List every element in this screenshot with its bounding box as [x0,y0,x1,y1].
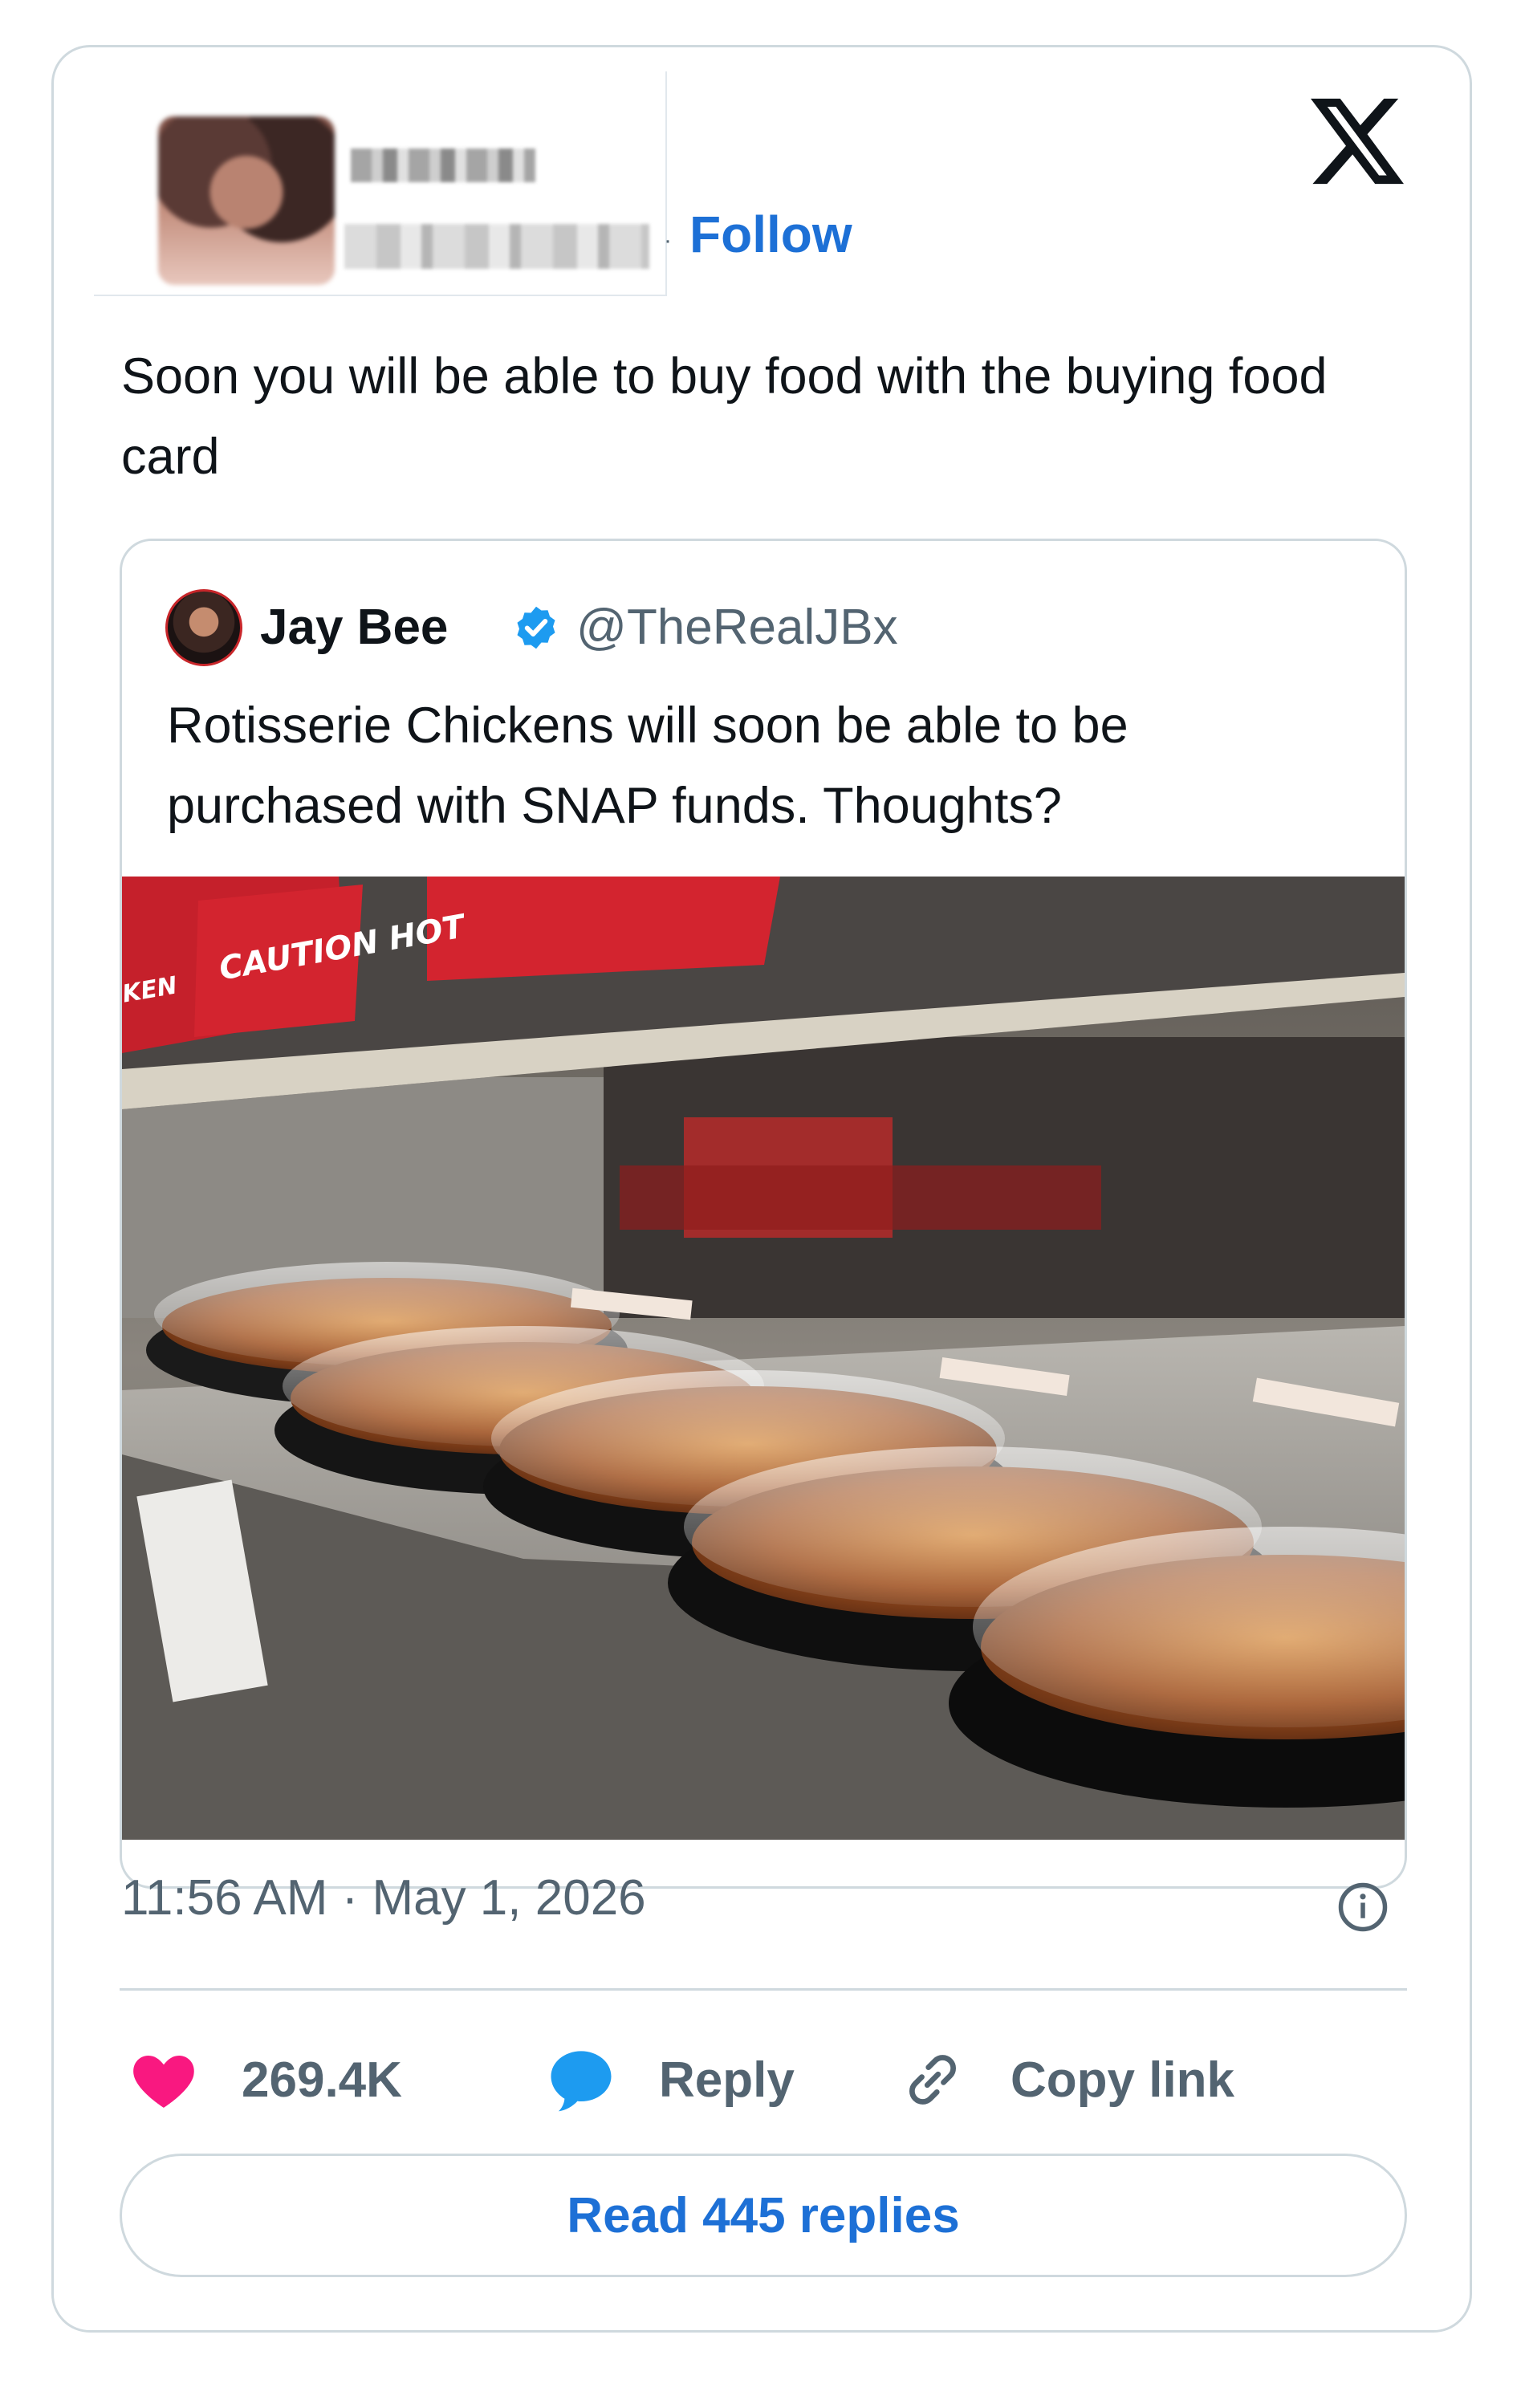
quoted-tweet[interactable]: Jay Bee @TheRealJBx Rotisserie Chickens … [120,539,1407,1889]
tweet-text: Soon you will be able to buy food with t… [121,348,1328,485]
quoted-author-handle[interactable]: @TheRealJBx [576,599,898,656]
author-info[interactable] [94,71,667,296]
reply-bubble-icon [551,2051,612,2112]
author-handle-blurred[interactable] [344,224,649,269]
link-icon [909,2055,956,2105]
heart-icon [133,2056,194,2108]
divider [120,1988,1407,1991]
info-icon[interactable] [1336,1881,1389,1934]
like-count: 269.4K [242,2052,402,2108]
quoted-author-avatar[interactable] [165,589,242,666]
copy-link-label: Copy link [1011,2052,1235,2108]
tweet-card: · Follow Soon you will be able to buy fo… [51,45,1472,2333]
rotisserie-chicken-photo: CAUTION HOT KEN [122,877,1405,1840]
reply-button[interactable]: Reply [545,2041,795,2118]
quoted-tweet-image[interactable]: CAUTION HOT KEN [122,877,1405,1840]
separator-dot: · [664,227,672,254]
copy-link-button[interactable]: Copy link [897,2041,1234,2118]
author-avatar-blurred[interactable] [158,116,335,285]
quoted-tweet-text: Rotisserie Chickens will soon be able to… [167,698,1128,834]
follow-button[interactable]: Follow [689,205,852,264]
reply-label: Reply [659,2052,795,2108]
read-replies-button[interactable]: Read 445 replies [120,2154,1407,2277]
tweet-timestamp[interactable]: 11:56 AM · May 1, 2026 [121,1869,646,1926]
verified-badge-icon [517,606,555,649]
like-button[interactable]: 269.4K [128,2041,402,2118]
author-name-blurred[interactable] [351,148,535,182]
x-logo-icon[interactable] [1311,97,1404,185]
quoted-author-name[interactable]: Jay Bee [260,599,448,656]
